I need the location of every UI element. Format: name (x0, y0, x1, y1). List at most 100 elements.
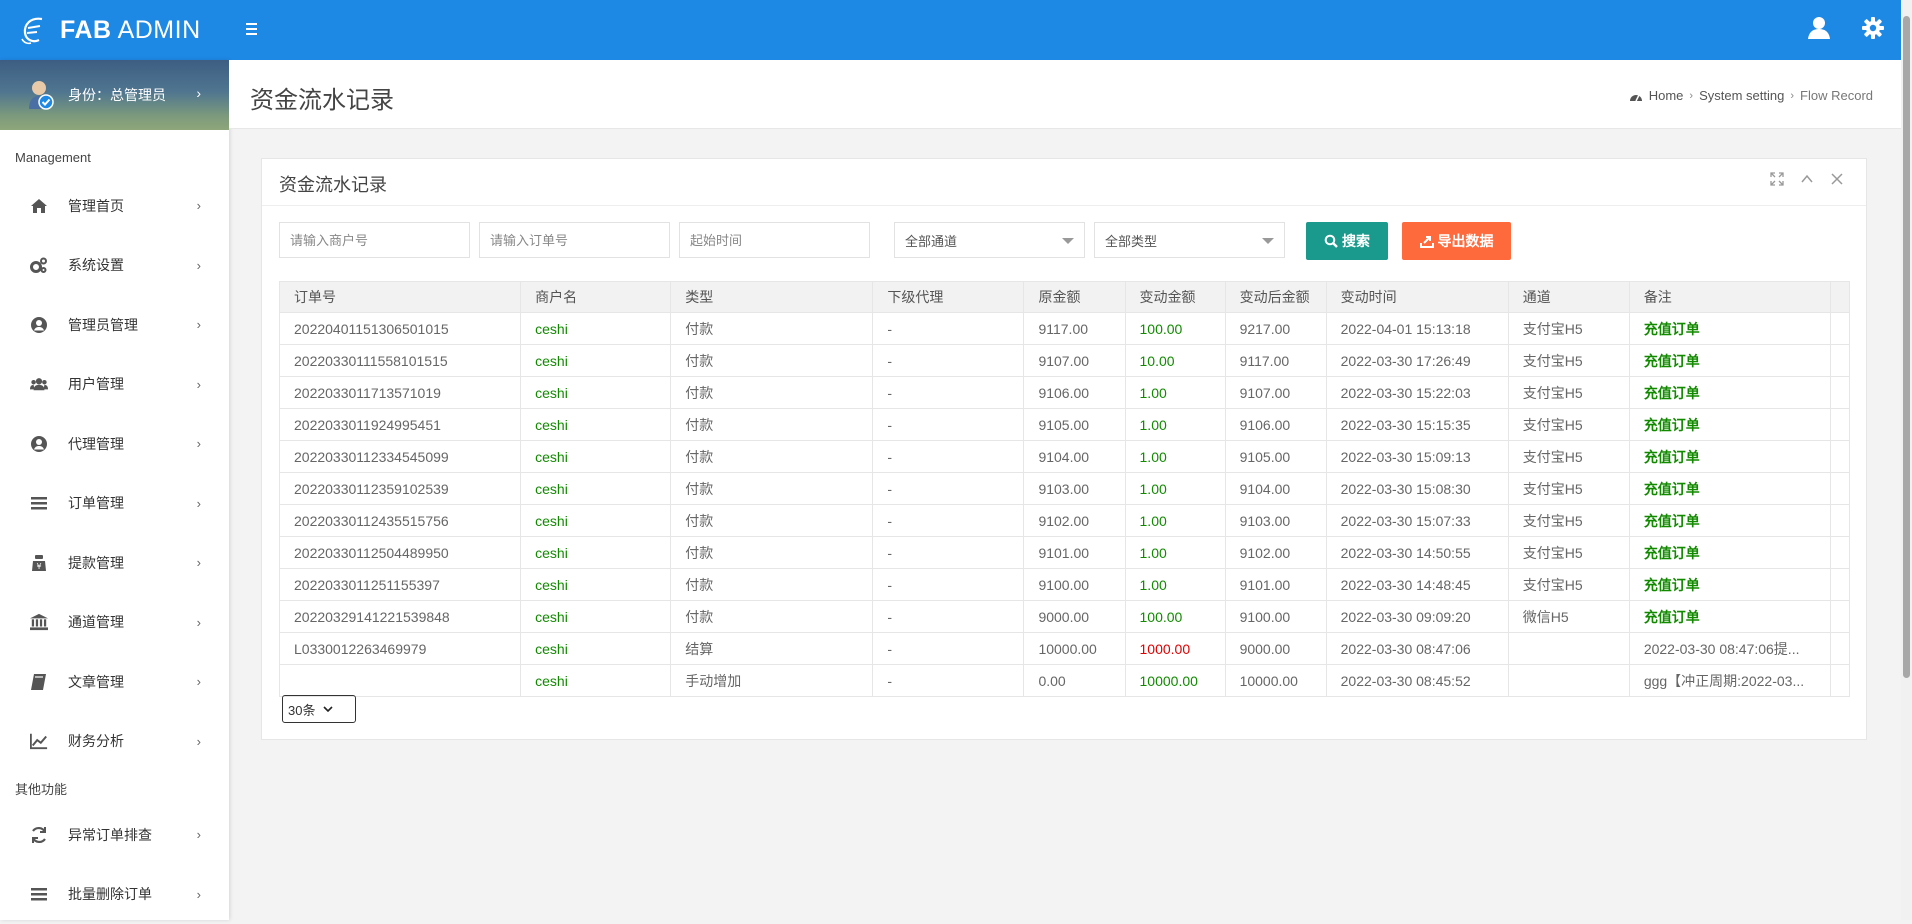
logo[interactable]: FAB ADMIN (0, 0, 229, 60)
export-button[interactable]: 导出数据 (1402, 222, 1511, 260)
table-cell: - (873, 409, 1024, 441)
sidebar-item-label: 管理首页 (68, 196, 124, 216)
table-header-row: 订单号商户名类型下级代理原金额变动金额变动后金额变动时间通道备注 (280, 282, 1850, 313)
table-cell: 100.00 (1125, 313, 1225, 345)
column-header: 类型 (671, 282, 873, 313)
sidebar-item-label: 批量删除订单 (68, 884, 152, 904)
search-button[interactable]: 搜索 (1306, 222, 1388, 260)
table-cell: 2022-03-30 17:26:49 (1326, 345, 1508, 377)
type-select[interactable]: 全部类型 (1094, 222, 1285, 258)
sidebar-item-system-settings[interactable]: 系统设置 › (0, 236, 229, 296)
user-circle-icon (30, 435, 48, 453)
sidebar-item-agent-management[interactable]: 代理管理 › (0, 414, 229, 474)
page-header: 资金流水记录 Home › System setting › Flow Reco… (229, 60, 1901, 129)
table-cell: ceshi (521, 633, 671, 665)
table-cell: 9101.00 (1225, 569, 1326, 601)
chevron-down-icon (1262, 238, 1274, 244)
table-row[interactable]: L0330012263469979ceshi结算-10000.001000.00… (280, 633, 1850, 665)
table-row[interactable]: 2022033011924995451ceshi付款-9105.001.0091… (280, 409, 1850, 441)
table-row[interactable]: 2022033011713571019ceshi付款-9106.001.0091… (280, 377, 1850, 409)
table-cell: 9101.00 (1024, 537, 1125, 569)
sidebar-item-label: 文章管理 (68, 672, 124, 692)
table-cell: 2022-03-30 14:48:45 (1326, 569, 1508, 601)
table-cell: 9117.00 (1024, 313, 1125, 345)
page-size-value: 30条 (288, 700, 315, 719)
sidebar-item-user-management[interactable]: 用户管理 › (0, 355, 229, 415)
table-cell: - (873, 441, 1024, 473)
section-title-management: Management (0, 130, 229, 172)
chevron-right-icon: › (197, 555, 201, 570)
chart-icon (30, 732, 48, 750)
table-row[interactable]: 20220330112435515756ceshi付款-9102.001.009… (280, 505, 1850, 537)
table-cell: 9103.00 (1024, 473, 1125, 505)
table-cell: 手动增加 (671, 665, 873, 697)
table-cell-spacer (1830, 441, 1849, 473)
table-cell: 付款 (671, 345, 873, 377)
table-cell-spacer (1830, 313, 1849, 345)
table-body: 20220401151306501015ceshi付款-9117.00100.0… (280, 313, 1850, 697)
table-cell: 支付宝H5 (1508, 569, 1629, 601)
table-row[interactable]: ceshi手动增加-0.0010000.0010000.002022-03-30… (280, 665, 1850, 697)
table-cell: 付款 (671, 377, 873, 409)
table-cell: 付款 (671, 569, 873, 601)
chevron-right-icon: › (197, 734, 201, 749)
table-cell: ggg【冲正周期:2022-03... (1629, 665, 1830, 697)
table-row[interactable]: 20220330112359102539ceshi付款-9103.001.009… (280, 473, 1850, 505)
sidebar-item-order-management[interactable]: 订单管理 › (0, 474, 229, 534)
scrollbar-thumb[interactable] (1903, 16, 1910, 678)
gear-icon[interactable] (1860, 15, 1886, 41)
table-cell: 支付宝H5 (1508, 409, 1629, 441)
profile-card[interactable]: 身份：总管理员 › (0, 60, 229, 130)
table-cell: ceshi (521, 473, 671, 505)
table-cell-spacer (1830, 409, 1849, 441)
table-row[interactable]: 20220329141221539848ceshi付款-9000.00100.0… (280, 601, 1850, 633)
column-header: 备注 (1629, 282, 1830, 313)
page-size-select[interactable]: 30条 (282, 695, 356, 723)
search-icon (1324, 234, 1338, 248)
sidebar-item-label: 通道管理 (68, 612, 124, 632)
sidebar-item-article-management[interactable]: 文章管理 › (0, 652, 229, 712)
sidebar-item-abnormal-orders[interactable]: 异常订单排查 › (0, 805, 229, 865)
table-row[interactable]: 20220401151306501015ceshi付款-9117.00100.0… (280, 313, 1850, 345)
table-cell: 10000.00 (1125, 665, 1225, 697)
channel-select[interactable]: 全部通道 (894, 222, 1085, 258)
page-scrollbar[interactable] (1901, 0, 1912, 920)
table-cell: 充值订单 (1629, 537, 1830, 569)
table-cell: - (873, 633, 1024, 665)
order-number-input[interactable] (479, 222, 670, 258)
table-row[interactable]: 2022033011251155397ceshi付款-9100.001.0091… (280, 569, 1850, 601)
table-cell: - (873, 505, 1024, 537)
sidebar-item-home[interactable]: 管理首页 › (0, 176, 229, 236)
sidebar-item-admin-management[interactable]: 管理员管理 › (0, 295, 229, 355)
merchant-input[interactable] (279, 222, 470, 258)
table-cell: 支付宝H5 (1508, 441, 1629, 473)
table-row[interactable]: 20220330112504489950ceshi付款-9101.001.009… (280, 537, 1850, 569)
start-time-input[interactable] (679, 222, 870, 258)
flow-record-panel: 资金流水记录 全部通道 全部类型 搜索 导出数据 (261, 158, 1867, 740)
sidebar-item-batch-delete[interactable]: 批量删除订单 › (0, 865, 229, 924)
sidebar-item-finance-analysis[interactable]: 财务分析 › (0, 712, 229, 772)
table-cell: 9100.00 (1024, 569, 1125, 601)
table-cell: 9106.00 (1024, 377, 1125, 409)
table-cell: 支付宝H5 (1508, 505, 1629, 537)
breadcrumb-home[interactable]: Home (1649, 88, 1684, 103)
close-icon[interactable] (1830, 172, 1844, 186)
chevron-right-icon: › (197, 377, 201, 392)
menu-icon[interactable] (246, 18, 262, 40)
table-row[interactable]: 20220330111558101515ceshi付款-9107.0010.00… (280, 345, 1850, 377)
fullscreen-icon[interactable] (1770, 172, 1784, 186)
table-cell: 充值订单 (1629, 505, 1830, 537)
table-cell: 9102.00 (1024, 505, 1125, 537)
breadcrumb-system-setting[interactable]: System setting (1699, 88, 1784, 103)
column-header: 变动后金额 (1225, 282, 1326, 313)
table-cell: 付款 (671, 601, 873, 633)
table-row[interactable]: 20220330112334545099ceshi付款-9104.001.009… (280, 441, 1850, 473)
table-cell: 充值订单 (1629, 601, 1830, 633)
table-cell-spacer (1830, 633, 1849, 665)
sidebar-item-withdraw-management[interactable]: ¥ 提款管理 › (0, 533, 229, 593)
table-cell: 9000.00 (1225, 633, 1326, 665)
user-icon[interactable] (1806, 15, 1832, 41)
column-header-spacer (1830, 282, 1849, 313)
collapse-icon[interactable] (1800, 172, 1814, 186)
sidebar-item-channel-management[interactable]: 通道管理 › (0, 593, 229, 653)
